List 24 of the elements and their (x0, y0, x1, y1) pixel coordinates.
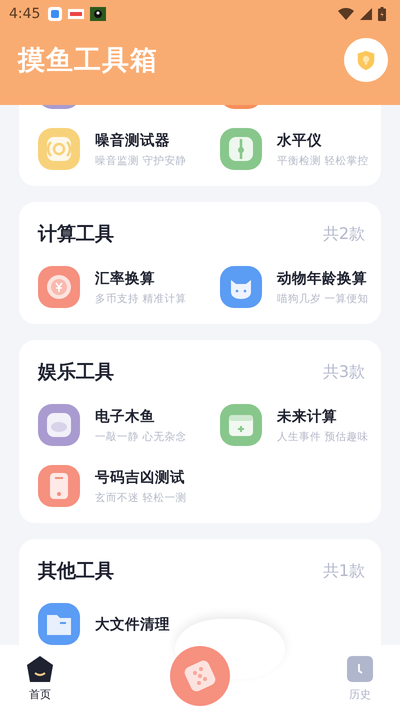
status-time: 4:45 (9, 6, 40, 22)
tool-subtitle: 平衡检测 轻松掌控 (277, 154, 368, 168)
tool-title[interactable]: 水平仪 (277, 130, 368, 150)
tool-subtitle: 一敲一静 心无杂念 (95, 430, 186, 444)
tool-subtitle: 玄而不迷 轻松一测 (95, 490, 186, 504)
tool-title[interactable]: 未来计算 (277, 406, 368, 426)
section-title: 其他工具 (38, 559, 114, 583)
tool-subtitle: 多币支持 精准计算 (95, 292, 186, 306)
section-title: 计算工具 (38, 222, 114, 246)
tool-subtitle: 噪音监测 守护安静 (95, 154, 186, 168)
tool-title[interactable]: 大文件清理 (95, 614, 170, 634)
app-title: 摸鱼工具箱 (18, 44, 158, 78)
tool-subtitle: 人生事件 预估趣味 (277, 430, 368, 444)
section-title: 娱乐工具 (38, 360, 114, 384)
nav-tab[interactable]: 首页 (22, 654, 58, 702)
tool-title[interactable]: 噪音测试器 (95, 130, 186, 150)
tool-count: 共3款 (322, 362, 365, 382)
tool-subtitle: 喵狗几岁 一算便知 (277, 292, 368, 306)
tool-title[interactable]: 汇率换算 (95, 268, 186, 288)
tool-count: 共1款 (322, 560, 365, 582)
tool-title[interactable]: 动物年龄换算 (277, 268, 368, 288)
tool-title[interactable]: 电子木鱼 (95, 406, 186, 426)
tool-count: 共2款 (322, 224, 365, 244)
tool-title[interactable]: 号码吉凶测试 (95, 468, 186, 486)
